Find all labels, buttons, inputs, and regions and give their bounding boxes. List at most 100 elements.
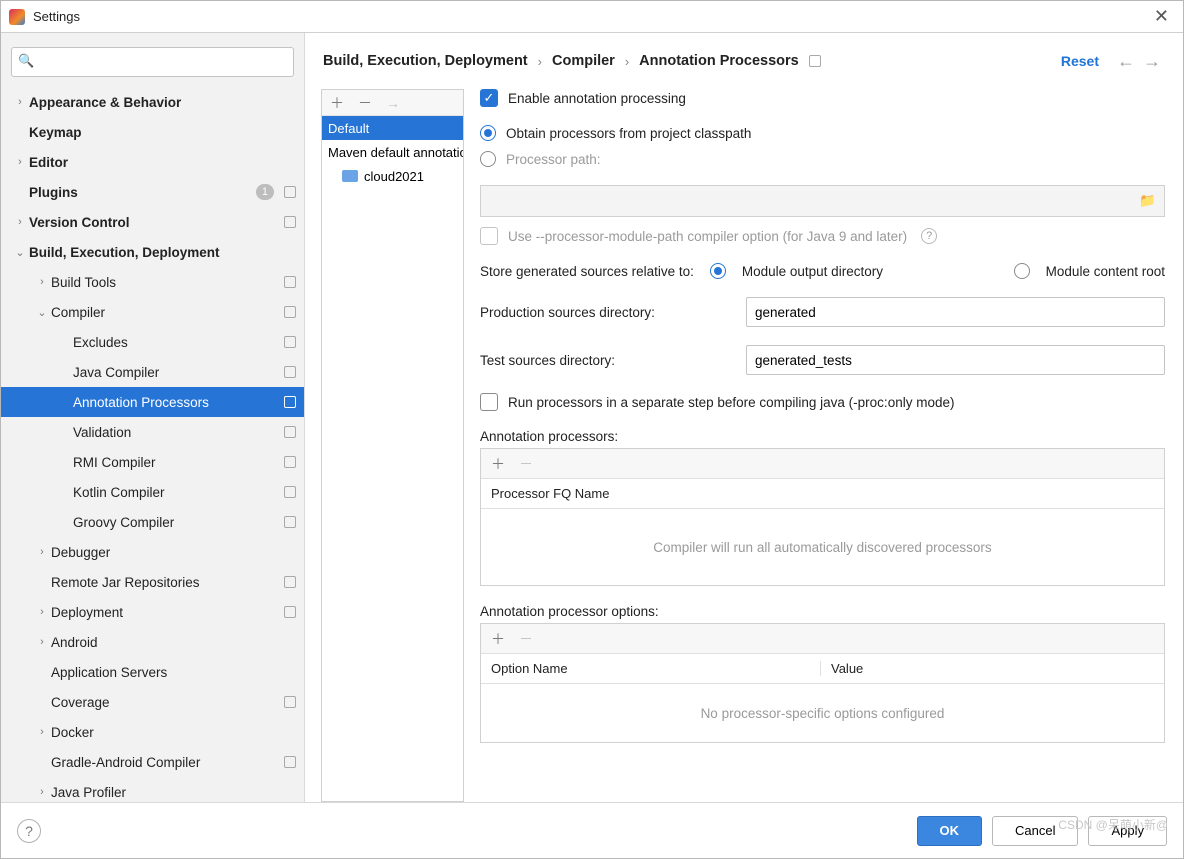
sidebar-item-application-servers[interactable]: Application Servers: [1, 657, 304, 687]
project-scope-icon: [284, 576, 296, 588]
chevron-right-icon: ›: [625, 54, 629, 69]
apply-button[interactable]: Apply: [1088, 816, 1167, 846]
project-scope-icon: [284, 276, 296, 288]
project-scope-icon: [284, 186, 296, 198]
enable-annotation-checkbox[interactable]: ✓: [480, 89, 498, 107]
annotation-options-table: ＋ － Option Name Value No processor-speci…: [480, 623, 1165, 743]
annotation-settings-panel: ✓ Enable annotation processing Obtain pr…: [464, 89, 1165, 802]
sidebar-item-build-execution-deployment[interactable]: ⌄Build, Execution, Deployment: [1, 237, 304, 267]
sidebar-item-label: Annotation Processors: [73, 395, 280, 410]
store-module-content-radio[interactable]: [1014, 263, 1030, 279]
nav-back-icon[interactable]: ←: [1117, 51, 1135, 72]
crumb-compiler[interactable]: Compiler: [552, 53, 615, 69]
project-scope-icon: [284, 606, 296, 618]
remove-icon[interactable]: －: [358, 93, 372, 113]
nav-forward-icon: →: [1143, 51, 1161, 72]
sidebar-item-groovy-compiler[interactable]: Groovy Compiler: [1, 507, 304, 537]
search-input[interactable]: [11, 47, 294, 77]
sidebar-item-kotlin-compiler[interactable]: Kotlin Compiler: [1, 477, 304, 507]
prod-dir-label: Production sources directory:: [480, 305, 730, 320]
project-scope-icon: [284, 696, 296, 708]
processor-path-field: 📁: [480, 185, 1165, 217]
store-module-output-radio[interactable]: [710, 263, 726, 279]
sidebar-item-java-profiler[interactable]: ›Java Profiler: [1, 777, 304, 802]
sidebar-item-editor[interactable]: ›Editor: [1, 147, 304, 177]
processor-path-label: Processor path:: [506, 152, 601, 167]
annotation-processors-table: ＋ － Processor FQ Name Compiler will run …: [480, 448, 1165, 586]
search-icon: 🔍: [18, 53, 34, 69]
test-dir-label: Test sources directory:: [480, 353, 730, 368]
chevron-right-icon: ›: [33, 726, 51, 738]
project-scope-icon: [284, 366, 296, 378]
chevron-right-icon: ›: [33, 636, 51, 648]
run-separate-checkbox[interactable]: [480, 393, 498, 411]
sidebar-item-label: Plugins: [29, 185, 256, 200]
sidebar-item-debugger[interactable]: ›Debugger: [1, 537, 304, 567]
count-badge: 1: [256, 184, 274, 200]
settings-tree: ›Appearance & BehaviorKeymap›EditorPlugi…: [1, 87, 304, 802]
enable-annotation-label: Enable annotation processing: [508, 91, 686, 106]
chevron-right-icon: ›: [33, 276, 51, 288]
crumb-build[interactable]: Build, Execution, Deployment: [323, 53, 528, 69]
breadcrumb: Build, Execution, Deployment › Compiler …: [323, 53, 1061, 69]
sidebar-item-plugins[interactable]: Plugins1: [1, 177, 304, 207]
sidebar-item-annotation-processors[interactable]: Annotation Processors: [1, 387, 304, 417]
sidebar-item-deployment[interactable]: ›Deployment: [1, 597, 304, 627]
processor-path-radio[interactable]: [480, 151, 496, 167]
sidebar-item-label: Java Compiler: [73, 365, 280, 380]
sidebar-item-android[interactable]: ›Android: [1, 627, 304, 657]
ok-button[interactable]: OK: [917, 816, 983, 846]
sidebar-item-label: Appearance & Behavior: [29, 95, 296, 110]
add-icon[interactable]: ＋: [330, 93, 344, 113]
dialog-footer: ? OK Cancel Apply: [1, 802, 1183, 858]
add-icon[interactable]: ＋: [491, 454, 505, 474]
store-module-output-label: Module output directory: [742, 264, 883, 279]
close-icon[interactable]: ✕: [1148, 6, 1175, 27]
sidebar-item-excludes[interactable]: Excludes: [1, 327, 304, 357]
sidebar-item-rmi-compiler[interactable]: RMI Compiler: [1, 447, 304, 477]
sidebar-item-validation[interactable]: Validation: [1, 417, 304, 447]
project-scope-icon: [284, 396, 296, 408]
test-dir-input[interactable]: [746, 345, 1165, 375]
obtain-classpath-radio[interactable]: [480, 125, 496, 141]
sidebar-item-version-control[interactable]: ›Version Control: [1, 207, 304, 237]
profiles-panel: ＋ － → DefaultMaven default annotation pr…: [321, 89, 464, 802]
add-icon[interactable]: ＋: [491, 629, 505, 649]
store-module-content-label: Module content root: [1046, 264, 1165, 279]
help-icon[interactable]: ?: [921, 228, 937, 244]
module-path-label: Use --processor-module-path compiler opt…: [508, 229, 907, 244]
window-title: Settings: [33, 9, 1148, 24]
sidebar-item-compiler[interactable]: ⌄Compiler: [1, 297, 304, 327]
sidebar-item-remote-jar-repositories[interactable]: Remote Jar Repositories: [1, 567, 304, 597]
folder-icon[interactable]: 📁: [1139, 193, 1156, 209]
reset-link[interactable]: Reset: [1061, 53, 1099, 69]
project-scope-icon: [284, 306, 296, 318]
annotation-options-label: Annotation processor options:: [480, 604, 1165, 619]
apo-header-value: Value: [821, 661, 873, 676]
sidebar-item-coverage[interactable]: Coverage: [1, 687, 304, 717]
run-separate-label: Run processors in a separate step before…: [508, 395, 954, 410]
profile-item[interactable]: Maven default annotation processors prof…: [322, 140, 463, 164]
cancel-button[interactable]: Cancel: [992, 816, 1078, 846]
sidebar-item-keymap[interactable]: Keymap: [1, 117, 304, 147]
sidebar-item-docker[interactable]: ›Docker: [1, 717, 304, 747]
profile-item[interactable]: Default: [322, 116, 463, 140]
sidebar-item-label: Application Servers: [51, 665, 296, 680]
sidebar-item-label: Docker: [51, 725, 296, 740]
crumb-annotation-processors: Annotation Processors: [639, 53, 799, 69]
chevron-right-icon: ›: [11, 216, 29, 228]
sidebar-item-build-tools[interactable]: ›Build Tools: [1, 267, 304, 297]
sidebar-item-label: Compiler: [51, 305, 280, 320]
ap-empty-text: Compiler will run all automatically disc…: [481, 509, 1164, 585]
sidebar-item-label: Coverage: [51, 695, 280, 710]
sidebar-item-appearance-behavior[interactable]: ›Appearance & Behavior: [1, 87, 304, 117]
sidebar-item-gradle-android-compiler[interactable]: Gradle-Android Compiler: [1, 747, 304, 777]
prod-dir-input[interactable]: [746, 297, 1165, 327]
sidebar-item-label: Java Profiler: [51, 785, 296, 800]
remove-icon: －: [519, 629, 533, 649]
chevron-right-icon: ›: [538, 54, 542, 69]
help-button[interactable]: ?: [17, 819, 41, 843]
chevron-right-icon: ›: [11, 156, 29, 168]
sidebar-item-java-compiler[interactable]: Java Compiler: [1, 357, 304, 387]
profile-item[interactable]: cloud2021: [322, 164, 463, 188]
